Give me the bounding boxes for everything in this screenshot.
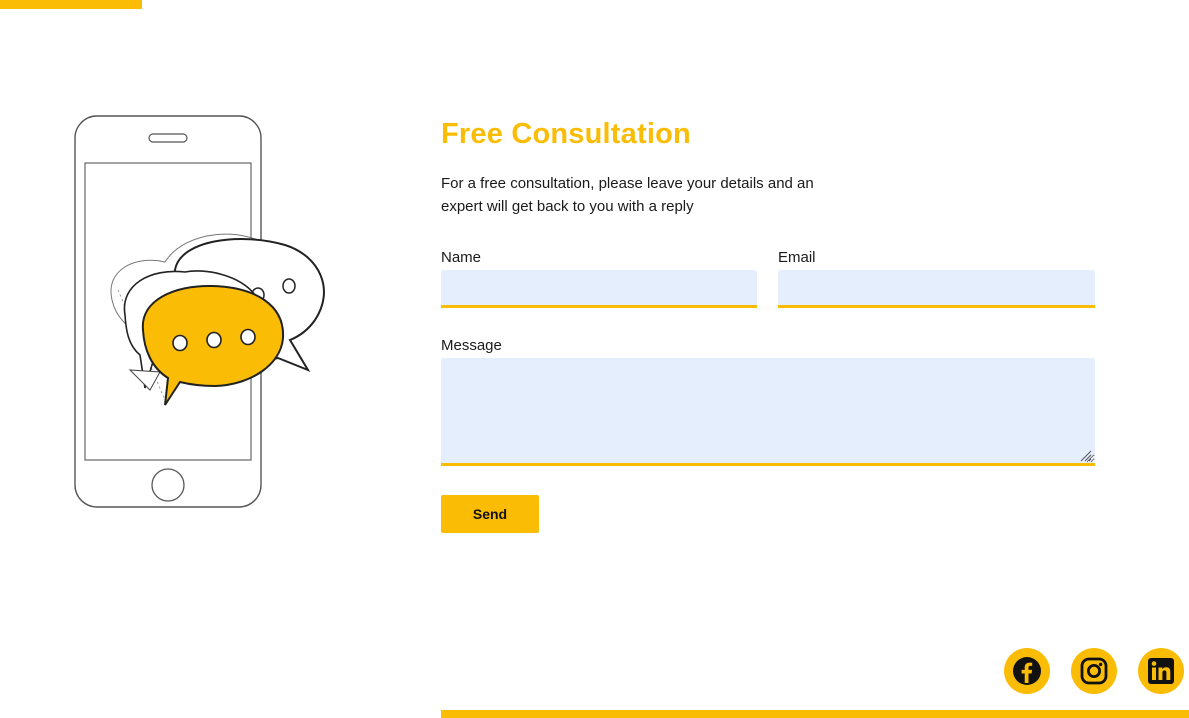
top-accent-bar [0,0,142,9]
linkedin-link[interactable] [1138,648,1184,694]
consultation-page: Free Consultation For a free consultatio… [0,0,1189,718]
name-input[interactable] [441,270,757,308]
instagram-link[interactable] [1071,648,1117,694]
instagram-icon [1080,657,1108,685]
facebook-link[interactable] [1004,648,1050,694]
page-subtitle: For a free consultation, please leave yo… [441,175,814,215]
page-title: Free Consultation [441,118,691,150]
email-label: Email [778,249,816,266]
facebook-icon [1013,657,1041,685]
name-label: Name [441,249,482,266]
linkedin-icon [1148,658,1174,684]
phone-chat-illustration [74,115,325,508]
resize-handle-icon[interactable] [1080,450,1092,462]
email-input[interactable] [778,270,1095,308]
message-textarea[interactable] [441,358,1095,466]
message-label: Message [441,337,502,354]
send-button[interactable]: Send [441,495,539,533]
bottom-accent-bar [441,710,1189,718]
